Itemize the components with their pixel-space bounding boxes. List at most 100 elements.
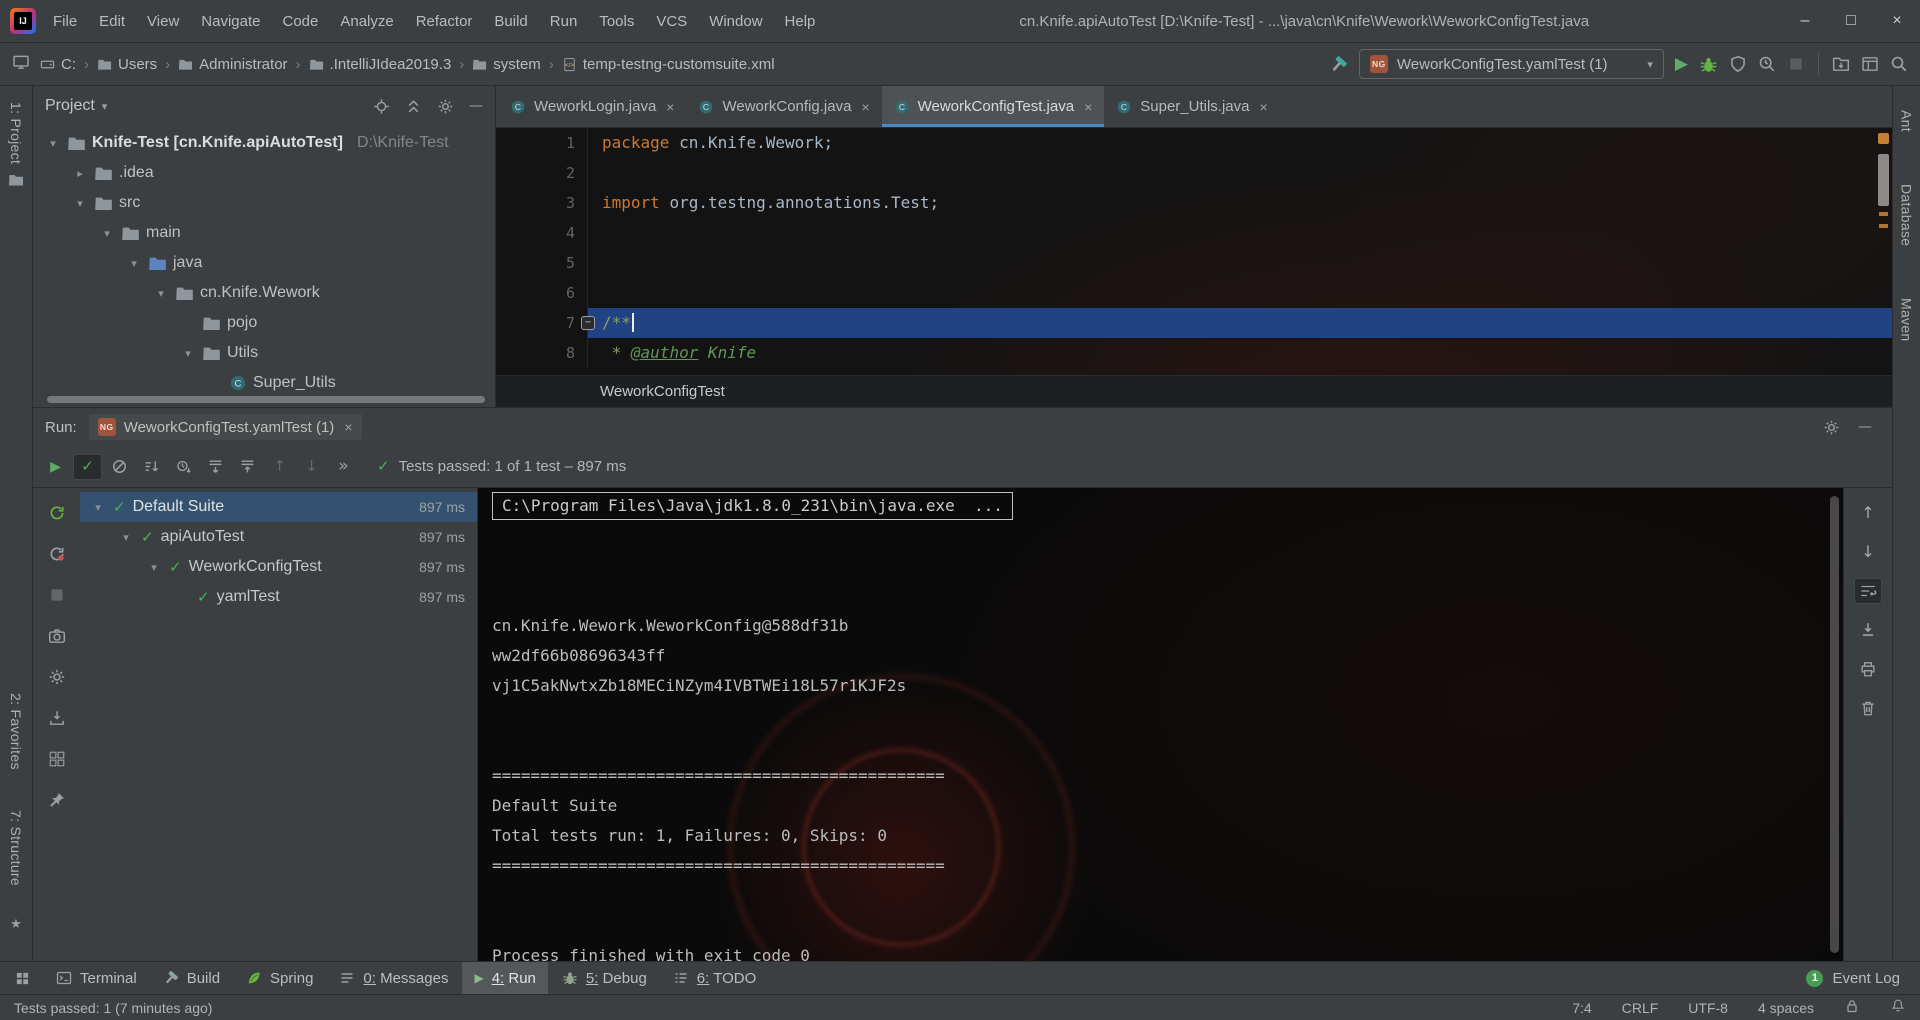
toolwindow-stripe-button-database[interactable]: Database [1899, 176, 1915, 254]
code-line-1[interactable]: 1 package cn.Knife.Wework; [496, 128, 1892, 158]
toolwindow-stripe-button-7-structure[interactable]: 7: Structure [8, 802, 24, 894]
previous-failed-test-button[interactable]: ↑ [265, 454, 294, 480]
warning-stripe-mark[interactable] [1879, 212, 1888, 216]
tree-expand-icon[interactable]: ▾ [153, 287, 169, 300]
line-separator[interactable]: CRLF [1622, 1000, 1659, 1016]
test-runner-settings-button[interactable] [43, 664, 71, 690]
menu-vcs[interactable]: VCS [645, 0, 698, 42]
editor-tab-weworklogin-java[interactable]: C WeworkLogin.java × [498, 86, 686, 127]
tree-expand-icon[interactable]: ▾ [118, 531, 134, 544]
tree-expand-icon[interactable]: ▾ [99, 227, 115, 240]
breadcrumb-item-system[interactable]: system [470, 54, 543, 75]
project-item-cn-knife-wework[interactable]: ▾ cn.Knife.Wework [33, 278, 495, 308]
menu-edit[interactable]: Edit [88, 0, 136, 42]
test-node-apiautotest[interactable]: ▾ ✓ apiAutoTest 897 ms [80, 522, 477, 552]
event-log-button[interactable]: 1 Event Log [1794, 962, 1912, 994]
menu-build[interactable]: Build [483, 0, 538, 42]
next-failed-test-button[interactable]: ↓ [297, 454, 326, 480]
menu-window[interactable]: Window [698, 0, 773, 42]
toolwindow-switcher-button[interactable] [8, 962, 36, 994]
up-stack-trace-button[interactable]: ↑ [1854, 500, 1882, 526]
thread-dump-button[interactable] [43, 623, 71, 649]
console-scrollbar[interactable] [1830, 496, 1839, 953]
run-settings-gear-icon[interactable] [1823, 419, 1840, 436]
hide-run-panel-icon[interactable]: — [1858, 420, 1872, 434]
project-item-java[interactable]: ▾ java [33, 248, 495, 278]
toolwindow-button-5-debug[interactable]: 5: Debug [550, 962, 659, 994]
menu-tools[interactable]: Tools [588, 0, 645, 42]
expand-all-button[interactable] [201, 454, 230, 480]
open-folder-icon[interactable] [1832, 55, 1850, 73]
tree-expand-icon[interactable]: ▸ [72, 167, 88, 180]
code-editor[interactable]: 1 package cn.Knife.Wework; 2 3 import org.te… [496, 128, 1892, 375]
toolwindow-button-terminal[interactable]: Terminal [44, 962, 149, 994]
test-node-default-suite[interactable]: ▾ ✓ Default Suite 897 ms [80, 492, 477, 522]
fold-marker-icon[interactable]: − [581, 316, 595, 330]
editor-tab-weworkconfig-java[interactable]: C WeworkConfig.java × [686, 86, 881, 127]
indent-style[interactable]: 4 spaces [1758, 1000, 1814, 1016]
editor-tab-weworkconfigtest-java[interactable]: C WeworkConfigTest.java × [881, 86, 1105, 127]
breadcrumb-item-administrator[interactable]: Administrator [176, 54, 289, 75]
select-opened-file-icon[interactable] [373, 98, 390, 115]
project-item-src[interactable]: ▾ src [33, 188, 495, 218]
sort-by-duration-button[interactable] [169, 454, 198, 480]
code-line-4[interactable]: 4 [496, 218, 1892, 248]
close-button[interactable]: × [1874, 0, 1920, 42]
tab-close-icon[interactable]: × [1259, 99, 1267, 115]
project-panel-title[interactable]: Project [45, 97, 95, 115]
search-everywhere-icon[interactable] [1890, 55, 1908, 73]
menu-refactor[interactable]: Refactor [405, 0, 484, 42]
toolwindow-stripe-button-ant[interactable]: Ant [1899, 102, 1915, 140]
editor-breadcrumb[interactable]: WeworkConfigTest [600, 383, 725, 400]
hide-panel-icon[interactable]: — [469, 99, 483, 113]
project-item-super-utils[interactable]: C Super_Utils [33, 368, 495, 398]
menu-analyze[interactable]: Analyze [329, 0, 404, 42]
collapse-all-button[interactable] [233, 454, 262, 480]
toolwindow-button-0-messages[interactable]: 0: Messages [327, 962, 460, 994]
collapse-all-icon[interactable] [405, 98, 422, 115]
toolwindow-button-4-run[interactable]: ▶ 4: Run [462, 962, 548, 994]
toolwindow-stripe-button-1-project[interactable]: 1: Project [8, 94, 24, 172]
tab-close-icon[interactable]: × [1084, 99, 1092, 115]
tree-expand-icon[interactable]: ▾ [72, 197, 88, 210]
run-configuration-selector[interactable]: NG WeworkConfigTest.yamlTest (1) ▾ [1358, 49, 1664, 79]
breadcrumb-item-c[interactable]: C: [38, 54, 78, 75]
status-message[interactable]: Tests passed: 1 (7 minutes ago) [14, 1000, 1542, 1016]
tab-close-icon[interactable]: × [666, 99, 674, 115]
editor-tab-super-utils-java[interactable]: C Super_Utils.java × [1104, 86, 1279, 127]
project-item-idea[interactable]: ▸ .idea [33, 158, 495, 188]
stop-process-button[interactable] [43, 582, 71, 608]
test-node-weworkconfigtest[interactable]: ▾ ✓ WeworkConfigTest 897 ms [80, 552, 477, 582]
more-options-button[interactable]: » [329, 454, 358, 480]
file-encoding[interactable]: UTF-8 [1688, 1000, 1728, 1016]
profiler-button[interactable] [1758, 55, 1776, 73]
run-button[interactable]: ▶ [1675, 55, 1688, 73]
settings-gear-icon[interactable] [437, 98, 454, 115]
run-tab[interactable]: NG WeworkConfigTest.yamlTest (1) × [88, 414, 362, 440]
show-ignored-toggle[interactable] [105, 454, 134, 480]
tree-expand-icon[interactable]: ▾ [180, 347, 196, 360]
menu-help[interactable]: Help [774, 0, 827, 42]
editor-layout-icon[interactable] [1861, 55, 1879, 73]
toolwindow-button-spring[interactable]: Spring [234, 962, 325, 994]
project-item-main[interactable]: ▾ main [33, 218, 495, 248]
toolwindow-stripe-button-2-favorites[interactable]: 2: Favorites [8, 685, 24, 778]
warning-stripe-mark[interactable] [1879, 224, 1888, 228]
notifications-bell-icon[interactable] [1890, 998, 1906, 1014]
breadcrumb-item-intellijidea2019-3[interactable]: .IntelliJIdea2019.3 [307, 54, 454, 75]
inspection-indicator-icon[interactable] [1878, 133, 1889, 144]
breadcrumb-item-users[interactable]: Users [95, 54, 159, 75]
tree-expand-icon[interactable]: ▾ [45, 137, 61, 150]
console-command-line[interactable]: C:\Program Files\Java\jdk1.8.0_231\bin\j… [492, 492, 1013, 520]
rerun-button[interactable]: ▶ [41, 454, 70, 480]
menu-code[interactable]: Code [271, 0, 329, 42]
restore-layout-button[interactable] [43, 746, 71, 772]
tab-close-icon[interactable]: × [861, 99, 869, 115]
print-button[interactable] [1854, 656, 1882, 682]
scroll-to-end-button[interactable] [1854, 617, 1882, 643]
minimize-button[interactable]: – [1782, 0, 1828, 42]
menu-view[interactable]: View [136, 0, 190, 42]
debug-button[interactable] [1699, 55, 1718, 74]
lock-icon[interactable] [1844, 998, 1860, 1014]
code-line-3[interactable]: 3 import org.testng.annotations.Test; [496, 188, 1892, 218]
